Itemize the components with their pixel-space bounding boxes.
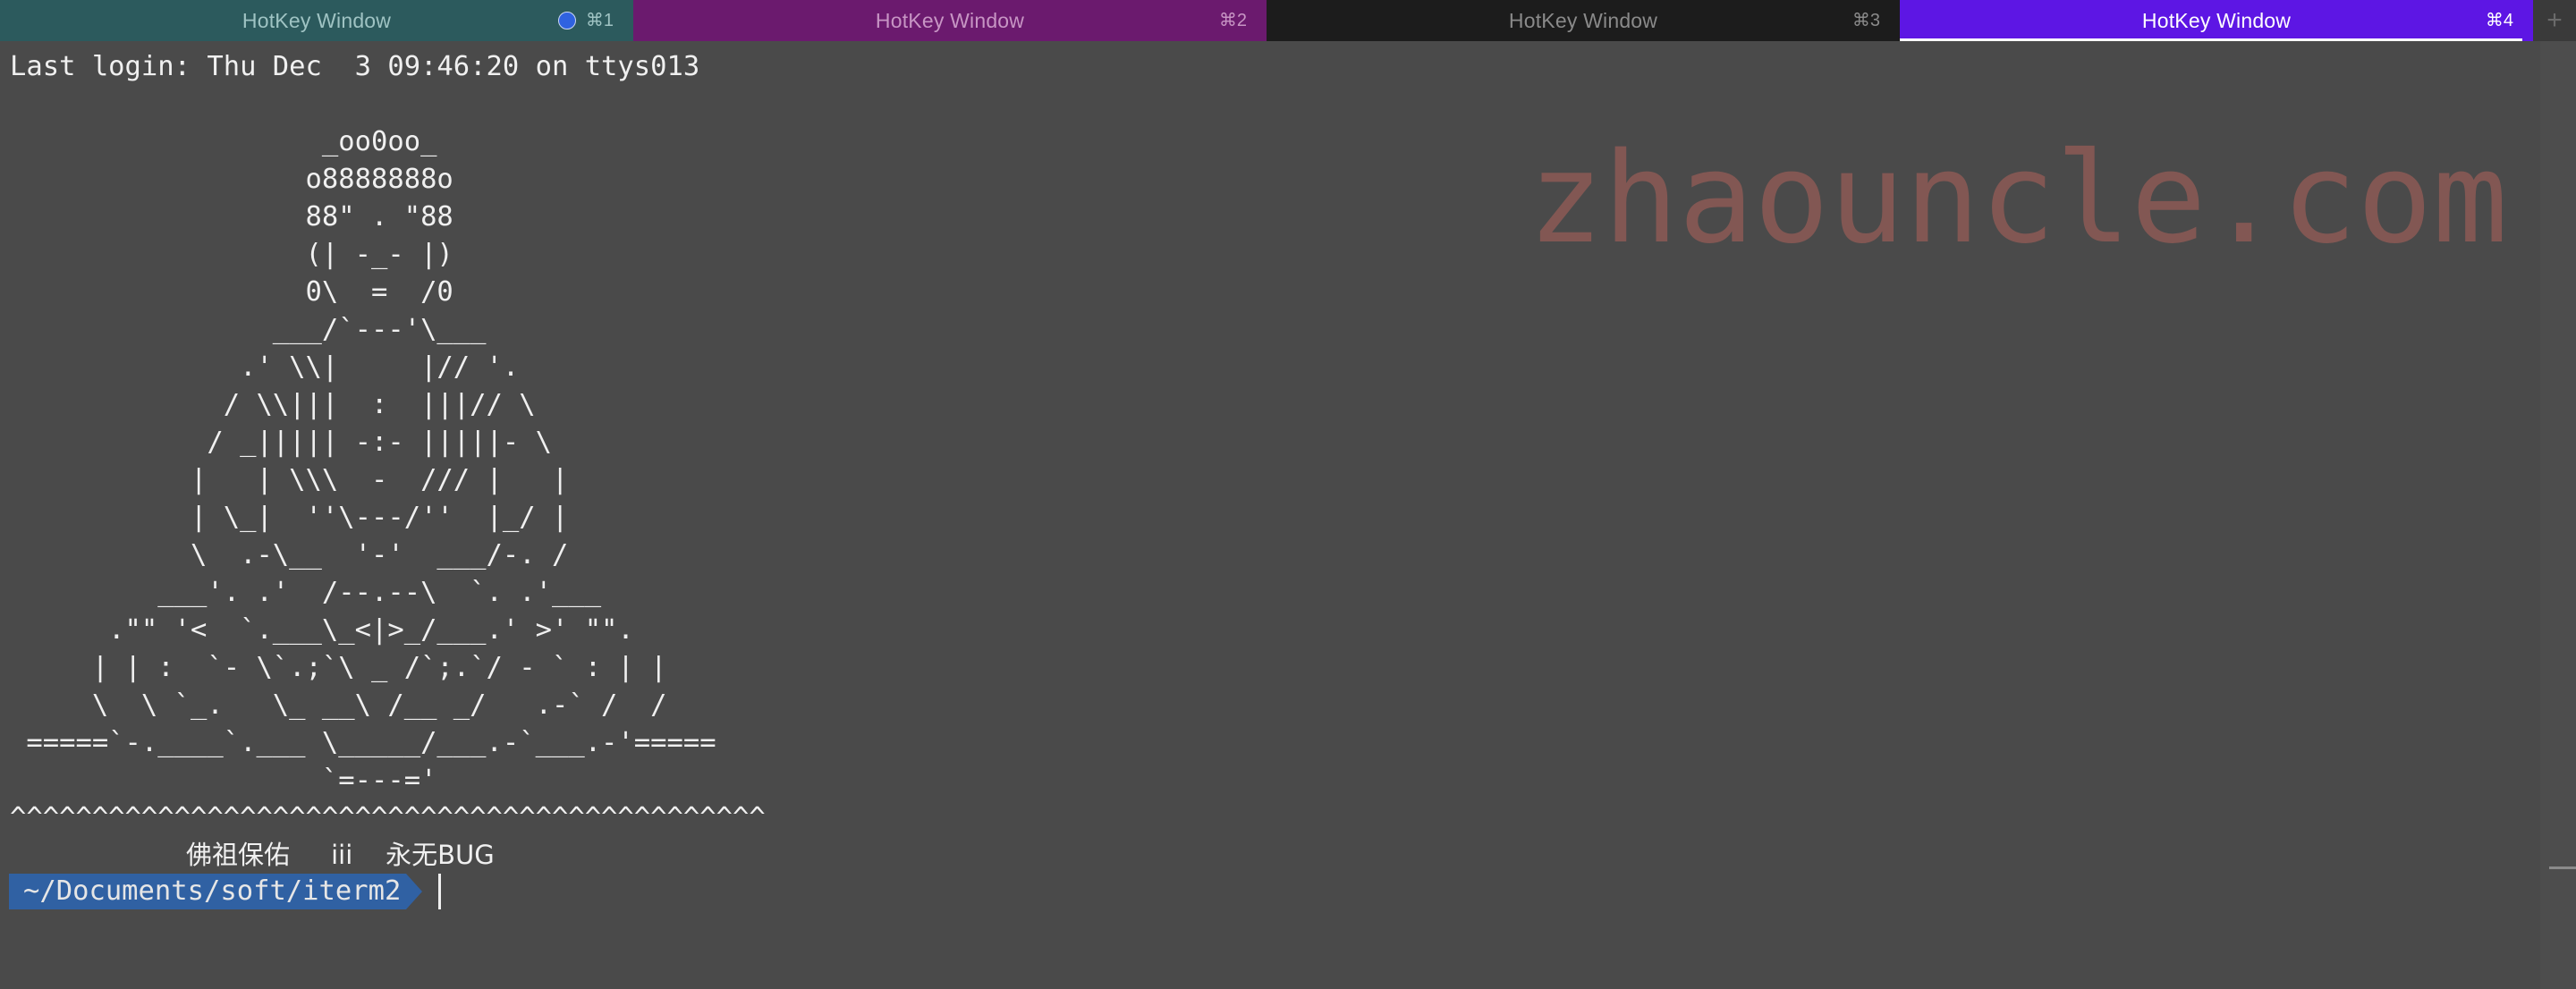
ascii-art-line: .' \\| |// '. <box>10 351 520 383</box>
last-login-line: Last login: Thu Dec 3 09:46:20 on ttys01… <box>10 51 700 82</box>
blessing-line: 佛祖保佑 iii 永无BUG <box>186 840 495 870</box>
tab-title: HotKey Window <box>2141 8 2292 32</box>
ascii-art-line: | | : `- \`.;`\ _ /`;.`/ - ` : | | <box>10 652 667 683</box>
tab-title: HotKey Window <box>1508 8 1658 32</box>
ascii-art-line: / _||||| -:- |||||- \ <box>10 427 552 458</box>
ascii-art-line: 88" . "88 <box>10 201 453 232</box>
terminal-content[interactable]: zhaouncle.com Last login: Thu Dec 3 09:4… <box>0 41 2540 989</box>
activity-dot-icon <box>558 12 576 30</box>
scrollbar[interactable] <box>2540 41 2576 989</box>
ascii-art-line: =====`-.____`.___ \_____/___.-`___.-'===… <box>10 727 716 758</box>
ascii-art-line: `=---=' <box>10 765 437 796</box>
tab-bar: HotKey Window ⌘1 HotKey Window ⌘2 HotKey… <box>0 0 2576 41</box>
ascii-art-line: ___'. .' /--.--\ `. .'___ <box>10 577 602 608</box>
ascii-art-line: (| -_- |) <box>10 239 453 270</box>
ascii-art-line: \ \ `_. \_ __\ /__ _/ .-` / / <box>10 689 667 721</box>
ascii-art-line: | \_| ''\---/'' |_/ | <box>10 502 569 533</box>
ascii-art-line: ___/`---'\___ <box>10 314 487 345</box>
ascii-art-line: / \\||| : |||// \ <box>10 389 536 420</box>
ascii-art-line: ^^^^^^^^^^^^^^^^^^^^^^^^^^^^^^^^^^^^^^^^… <box>10 802 766 833</box>
tab-1[interactable]: HotKey Window ⌘1 <box>0 0 633 41</box>
tab-shortcut: ⌘2 <box>1218 11 1247 30</box>
ascii-art-line: | | \\\ - /// | | <box>10 464 569 495</box>
watermark-text: zhaouncle.com <box>1528 126 2508 272</box>
iterm2-window: HotKey Window ⌘1 HotKey Window ⌘2 HotKey… <box>0 0 2576 989</box>
tab-4-active[interactable]: HotKey Window ⌘4 <box>1900 0 2533 41</box>
prompt-arrow-icon <box>406 874 423 909</box>
tab-shortcut: ⌘3 <box>1852 11 1880 30</box>
ascii-art-line: o8888888o <box>10 164 453 195</box>
tab-title: HotKey Window <box>875 8 1025 32</box>
shell-prompt: ~/Documents/soft/iterm2 <box>9 873 442 910</box>
prompt-path: ~/Documents/soft/iterm2 <box>9 874 407 909</box>
tab-title: HotKey Window <box>242 8 392 32</box>
new-tab-button[interactable]: + <box>2533 0 2576 41</box>
tab-2[interactable]: HotKey Window ⌘2 <box>633 0 1267 41</box>
tab-3[interactable]: HotKey Window ⌘3 <box>1267 0 1900 41</box>
tab-shortcut: ⌘1 <box>585 11 614 30</box>
ascii-art-line: \ .-\__ '-' ___/-. / <box>10 539 569 571</box>
scrollbar-thumb[interactable] <box>2549 866 2576 869</box>
text-cursor <box>438 874 442 909</box>
ascii-art-line: _oo0oo_ <box>10 126 437 157</box>
ascii-art-line: ."" '< `.___\_<|>_/___.' >' "". <box>10 614 634 646</box>
ascii-art-line: 0\ = /0 <box>10 276 453 308</box>
tab-shortcut: ⌘4 <box>2485 11 2513 30</box>
